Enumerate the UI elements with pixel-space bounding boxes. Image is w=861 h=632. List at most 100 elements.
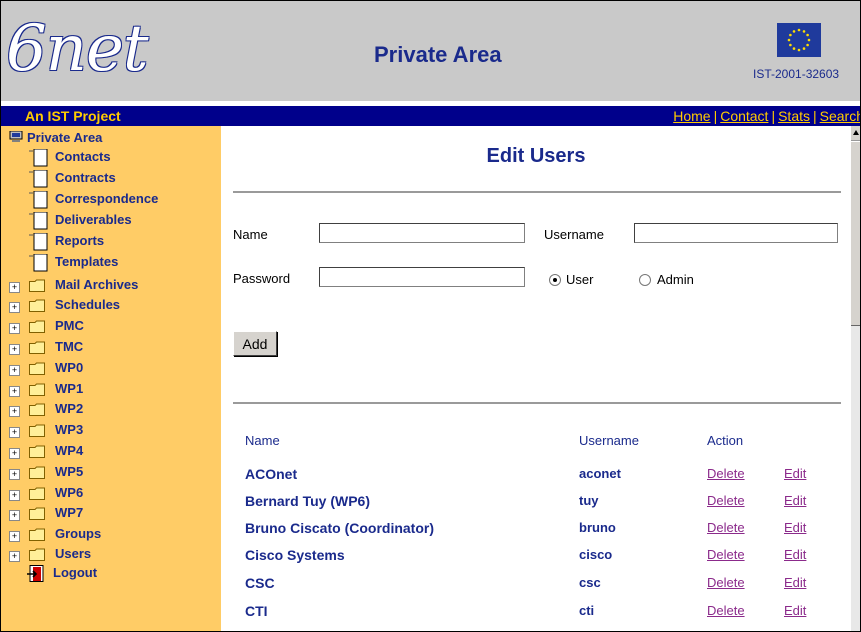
table-row: CSC csc Delete Edit	[221, 575, 851, 597]
user-username: tuy	[579, 493, 599, 508]
user-name: Cisco Systems	[245, 547, 345, 563]
document-icon	[29, 169, 49, 188]
table-row: ACOnet aconet Delete Edit	[221, 466, 851, 488]
tree-root-label: Private Area	[27, 130, 103, 145]
delete-link[interactable]: Delete	[707, 466, 745, 481]
divider	[233, 191, 841, 193]
folder-icon	[29, 424, 45, 437]
delete-link[interactable]: Delete	[707, 575, 745, 590]
page-title: Edit Users	[486, 145, 586, 167]
eu-flag-icon	[777, 23, 821, 57]
sidebar-item-label: Deliverables	[55, 212, 132, 227]
folder-icon	[29, 548, 45, 561]
tree-root-private-area[interactable]: Private Area	[9, 130, 102, 146]
sidebar-item-label: WP7	[55, 505, 84, 520]
role-admin-label: Admin	[657, 272, 694, 287]
folder-icon	[29, 320, 45, 333]
user-username: cisco	[579, 547, 613, 562]
folder-icon	[29, 341, 45, 354]
expand-plus-icon[interactable]: +	[9, 406, 20, 417]
nav-link-stats[interactable]: Stats	[778, 108, 810, 124]
password-label: Password	[233, 271, 291, 286]
expand-plus-icon[interactable]: +	[9, 365, 20, 376]
name-input[interactable]	[319, 223, 525, 243]
edit-link[interactable]: Edit	[784, 547, 806, 562]
sidebar-tree: Private Area Contacts Contracts Correspo…	[1, 126, 221, 631]
expand-plus-icon[interactable]: +	[9, 531, 20, 542]
user-name: Bruno Ciscato (Coordinator)	[245, 520, 434, 536]
expand-plus-icon[interactable]: +	[9, 490, 20, 501]
expand-plus-icon[interactable]: +	[9, 427, 20, 438]
user-name: CTI	[245, 603, 268, 619]
folder-icon	[29, 507, 45, 520]
sidebar-item-label: WP5	[55, 464, 84, 479]
edit-link[interactable]: Edit	[784, 493, 806, 508]
sidebar-item-label: Contacts	[55, 149, 111, 164]
column-header-name: Name	[245, 433, 280, 448]
edit-link[interactable]: Edit	[784, 466, 806, 481]
folder-icon	[29, 528, 45, 541]
sidebar-item-label: WP3	[55, 422, 84, 437]
delete-link[interactable]: Delete	[707, 493, 745, 508]
edit-link[interactable]: Edit	[784, 575, 806, 590]
sidebar-item-label: WP4	[55, 443, 84, 458]
expand-plus-icon[interactable]: +	[9, 323, 20, 334]
sidebar-item-label: Reports	[55, 233, 105, 248]
password-input[interactable]	[319, 267, 525, 287]
edit-link[interactable]: Edit	[784, 520, 806, 535]
expand-plus-icon[interactable]: +	[9, 302, 20, 313]
column-header-username: Username	[579, 433, 639, 448]
sidebar-item-label: Logout	[53, 565, 98, 580]
document-icon	[29, 232, 49, 251]
folder-icon	[29, 445, 45, 458]
vertical-scrollbar[interactable]	[851, 126, 860, 631]
folder-icon	[29, 383, 45, 396]
folder-icon	[29, 299, 45, 312]
user-name: Bernard Tuy (WP6)	[245, 493, 370, 509]
project-label: An IST Project	[25, 108, 121, 124]
role-admin-radio[interactable]	[639, 274, 651, 286]
ist-project-code: IST-2001-32603	[753, 67, 840, 81]
expand-plus-icon[interactable]: +	[9, 282, 20, 293]
delete-link[interactable]: Delete	[707, 603, 745, 618]
expand-plus-icon[interactable]: +	[9, 510, 20, 521]
site-header: 6net Private Area IST-2001-32603	[1, 1, 860, 101]
expand-plus-icon[interactable]: +	[9, 448, 20, 459]
main-content: Edit Users Name Username Password User A…	[221, 126, 851, 631]
nav-link-home[interactable]: Home	[673, 108, 710, 124]
sidebar-item-label: PMC	[55, 318, 84, 333]
role-user-radio[interactable]	[549, 274, 561, 286]
nav-link-contact[interactable]: Contact	[720, 108, 768, 124]
sidebar-item-label: Correspondence	[55, 191, 159, 206]
scrollbar-thumb[interactable]	[851, 141, 860, 326]
document-icon	[29, 190, 49, 209]
site-logo[interactable]: 6net	[6, 9, 149, 89]
expand-plus-icon[interactable]: +	[9, 551, 20, 562]
scroll-up-arrow-icon[interactable]	[851, 126, 860, 141]
nav-link-search[interactable]: Search	[820, 108, 860, 124]
nav-separator: |	[813, 108, 817, 124]
computer-icon	[9, 130, 23, 143]
username-input[interactable]	[634, 223, 838, 243]
expand-plus-icon[interactable]: +	[9, 344, 20, 355]
sidebar-item-label: Schedules	[55, 297, 121, 312]
role-user-label: User	[566, 272, 594, 287]
sidebar-item-label: WP0	[55, 360, 84, 375]
edit-link[interactable]: Edit	[784, 603, 806, 618]
delete-link[interactable]: Delete	[707, 547, 745, 562]
expand-plus-icon[interactable]: +	[9, 469, 20, 480]
add-user-button[interactable]: Add	[233, 331, 277, 356]
expand-plus-icon[interactable]: +	[9, 386, 20, 397]
document-icon	[29, 211, 49, 230]
table-row: Bernard Tuy (WP6) tuy Delete Edit	[221, 493, 851, 515]
sidebar-item-label: Users	[55, 546, 92, 561]
delete-link[interactable]: Delete	[707, 520, 745, 535]
logout-door-icon	[27, 565, 47, 583]
table-row: Cisco Systems cisco Delete Edit	[221, 547, 851, 569]
header-title: Private Area	[374, 42, 502, 67]
sidebar-item-label: Templates	[55, 254, 119, 269]
sidebar-item-label: WP6	[55, 485, 84, 500]
document-icon	[29, 148, 49, 167]
sidebar-item-label: WP1	[55, 381, 84, 396]
sidebar-item-label: Mail Archives	[55, 277, 139, 292]
